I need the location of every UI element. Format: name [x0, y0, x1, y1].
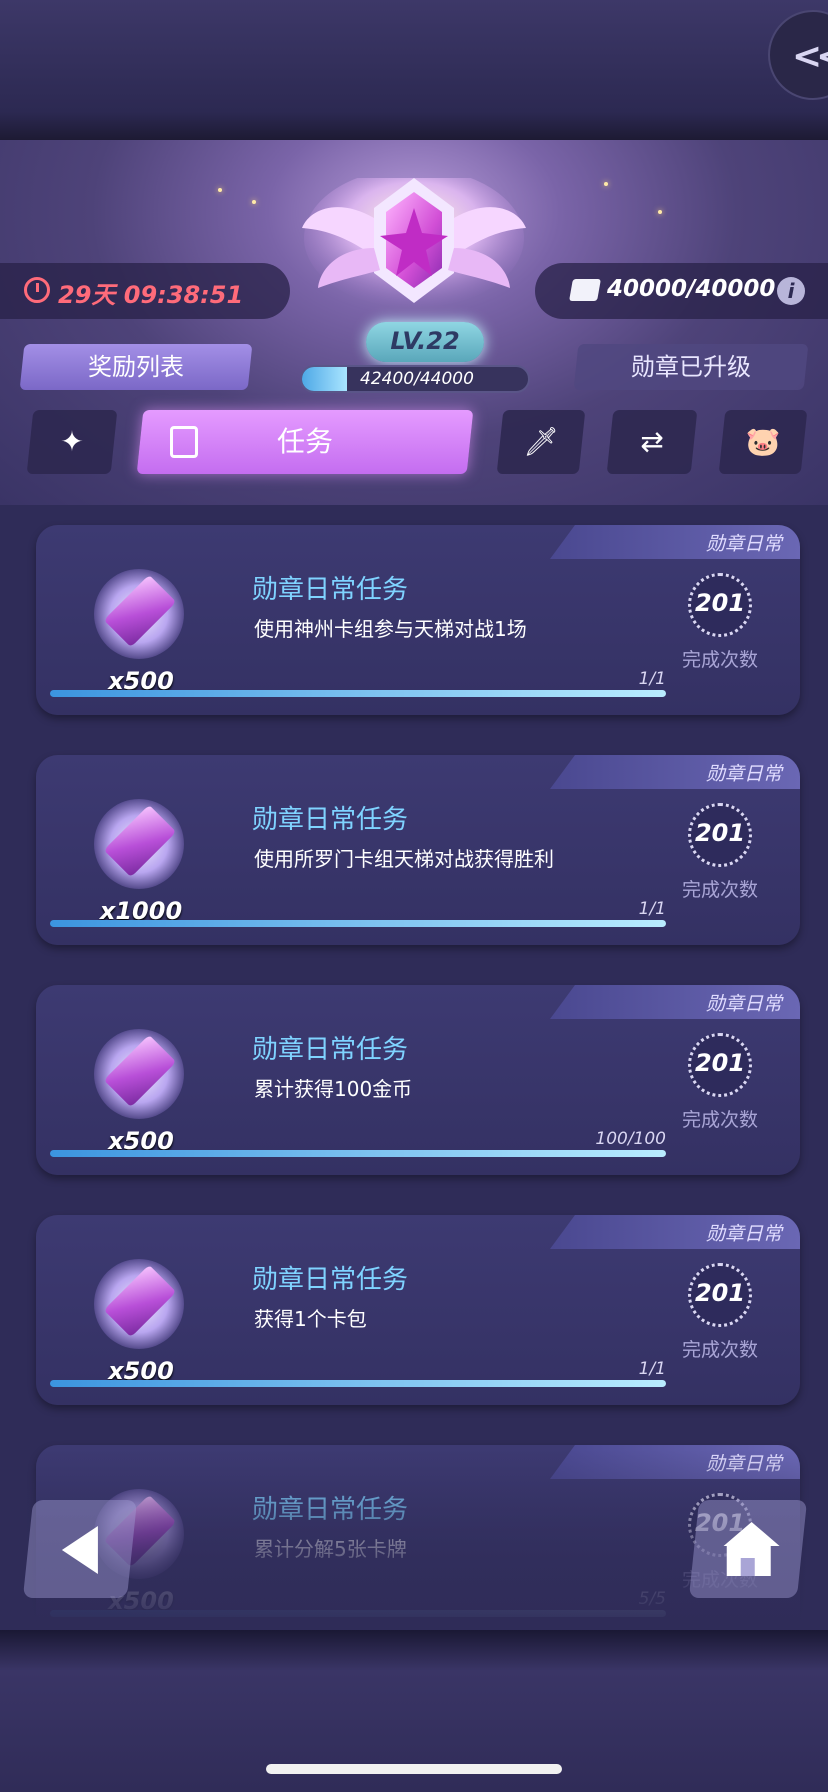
task-card[interactable]: 勋章日常 x500 勋章日常任务 累计获得100金币 201 完成次数 100/100 [36, 985, 800, 1175]
sparkle-icon [252, 200, 256, 204]
sword-icon: 🗡 [523, 425, 559, 458]
task-progress-fill [50, 690, 666, 697]
gem-icon [103, 1264, 177, 1338]
task-tag: 勋章日常 [550, 525, 800, 559]
gem-reward-icon[interactable] [94, 799, 184, 889]
gem-icon [103, 1034, 177, 1108]
completion-count: 201 [694, 1279, 746, 1307]
completion-count: 201 [694, 819, 746, 847]
currency-display: 40000/40000 i [535, 263, 828, 319]
home-indicator[interactable] [266, 1764, 562, 1774]
task-tag: 勋章日常 [550, 755, 800, 789]
completion-count-badge: 201 [688, 803, 752, 867]
task-tag: 勋章日常 [550, 985, 800, 1019]
task-tag-label: 勋章日常 [705, 533, 782, 555]
level-text: LV.22 [390, 327, 460, 355]
level-badge: LV.22 [366, 322, 484, 362]
task-progress-text: 1/1 [638, 669, 666, 689]
triangle-left-icon [61, 1526, 98, 1574]
collapse-button[interactable]: << [768, 10, 828, 100]
task-title: 勋章日常任务 [252, 1265, 409, 1295]
completion-count: 201 [694, 589, 746, 617]
badge-emblem-icon [302, 178, 526, 308]
sparkle-icon [604, 182, 608, 186]
completion-count: 201 [694, 1049, 746, 1077]
task-card[interactable]: 勋章日常 x500 勋章日常任务 使用神州卡组参与天梯对战1场 201 完成次数 1/1 [36, 525, 800, 715]
task-progress-bar [50, 1380, 666, 1387]
gem-icon [103, 804, 177, 878]
task-card[interactable]: 勋章日常 x500 勋章日常任务 获得1个卡包 201 完成次数 1/1 [36, 1215, 800, 1405]
completion-count-label: 完成次数 [682, 879, 759, 901]
task-progress-fill [50, 920, 666, 927]
task-description: 获得1个卡包 [254, 1307, 367, 1331]
task-progress-text: 1/1 [638, 899, 666, 919]
gem-reward-icon[interactable] [94, 1259, 184, 1349]
xp-progress-bar: 42400/44000 [300, 365, 530, 393]
completion-count-badge: 201 [688, 1033, 752, 1097]
home-button[interactable] [688, 1500, 808, 1598]
game-screen: << 29天 09:38:51 [0, 0, 828, 1792]
reward-list-label: 奖励列表 [88, 353, 184, 381]
task-card[interactable]: 勋章日常 x1000 勋章日常任务 使用所罗门卡组天梯对战获得胜利 201 完成次数 1/1 [36, 755, 800, 945]
xp-text: 42400/44000 [360, 369, 474, 389]
completion-count-badge: 201 [688, 573, 752, 637]
task-tag: 勋章日常 [550, 1215, 800, 1249]
timer-text: 29天 09:38:51 [58, 281, 244, 309]
tab-tasks-label: 任务 [276, 425, 333, 458]
task-title: 勋章日常任务 [252, 805, 409, 835]
pig-coin-icon: 🐷 [745, 425, 781, 458]
home-icon-door [740, 1558, 755, 1576]
sparkle-icon [218, 188, 222, 192]
badge-upgraded-label: 勋章已升级 [631, 353, 751, 381]
gem-reward-icon[interactable] [94, 1029, 184, 1119]
tab-tasks[interactable]: 任务 [136, 410, 474, 474]
task-progress-text: 1/1 [638, 1359, 666, 1379]
task-title: 勋章日常任务 [252, 575, 409, 605]
task-tag-label: 勋章日常 [705, 763, 782, 785]
completion-count-label: 完成次数 [682, 649, 759, 671]
top-bar: << [0, 0, 828, 140]
swap-icon: ⇄ [640, 425, 664, 458]
currency-text: 40000/40000 [607, 276, 776, 302]
alarm-clock-icon [24, 277, 50, 303]
task-description: 使用神州卡组参与天梯对战1场 [254, 617, 527, 641]
completion-count-label: 完成次数 [682, 1339, 759, 1361]
ticket-icon [569, 279, 601, 301]
task-tag-label: 勋章日常 [705, 993, 782, 1015]
task-progress-fill [50, 1380, 666, 1387]
emblem-icon: ✦ [60, 425, 84, 458]
tab-sword[interactable]: 🗡 [496, 410, 586, 474]
previous-page-button[interactable] [22, 1500, 138, 1598]
reward-list-button[interactable]: 奖励列表 [19, 344, 253, 390]
tab-emblem[interactable]: ✦ [26, 410, 118, 474]
task-progress-fill [50, 1150, 666, 1157]
badge-upgraded-button[interactable]: 勋章已升级 [573, 344, 809, 390]
task-description: 使用所罗门卡组天梯对战获得胜利 [254, 847, 554, 871]
task-description: 累计获得100金币 [254, 1077, 413, 1101]
task-tag-label: 勋章日常 [705, 1223, 782, 1245]
home-icon-base [726, 1546, 771, 1576]
tab-swap[interactable]: ⇄ [606, 410, 698, 474]
double-chevron-left-icon: << [792, 36, 828, 77]
task-progress-bar [50, 1150, 666, 1157]
task-progress-text: 100/100 [595, 1129, 666, 1149]
task-progress-bar [50, 920, 666, 927]
info-icon[interactable]: i [777, 277, 805, 305]
completion-count-label: 完成次数 [682, 1109, 759, 1131]
tab-pig-coin[interactable]: 🐷 [718, 410, 808, 474]
completion-count-badge: 201 [688, 1263, 752, 1327]
season-timer: 29天 09:38:51 [0, 263, 290, 319]
task-title: 勋章日常任务 [252, 1035, 409, 1065]
task-progress-bar [50, 690, 666, 697]
home-icon [723, 1522, 780, 1546]
sparkle-icon [658, 210, 662, 214]
gem-reward-icon[interactable] [94, 569, 184, 659]
gem-icon [103, 574, 177, 648]
